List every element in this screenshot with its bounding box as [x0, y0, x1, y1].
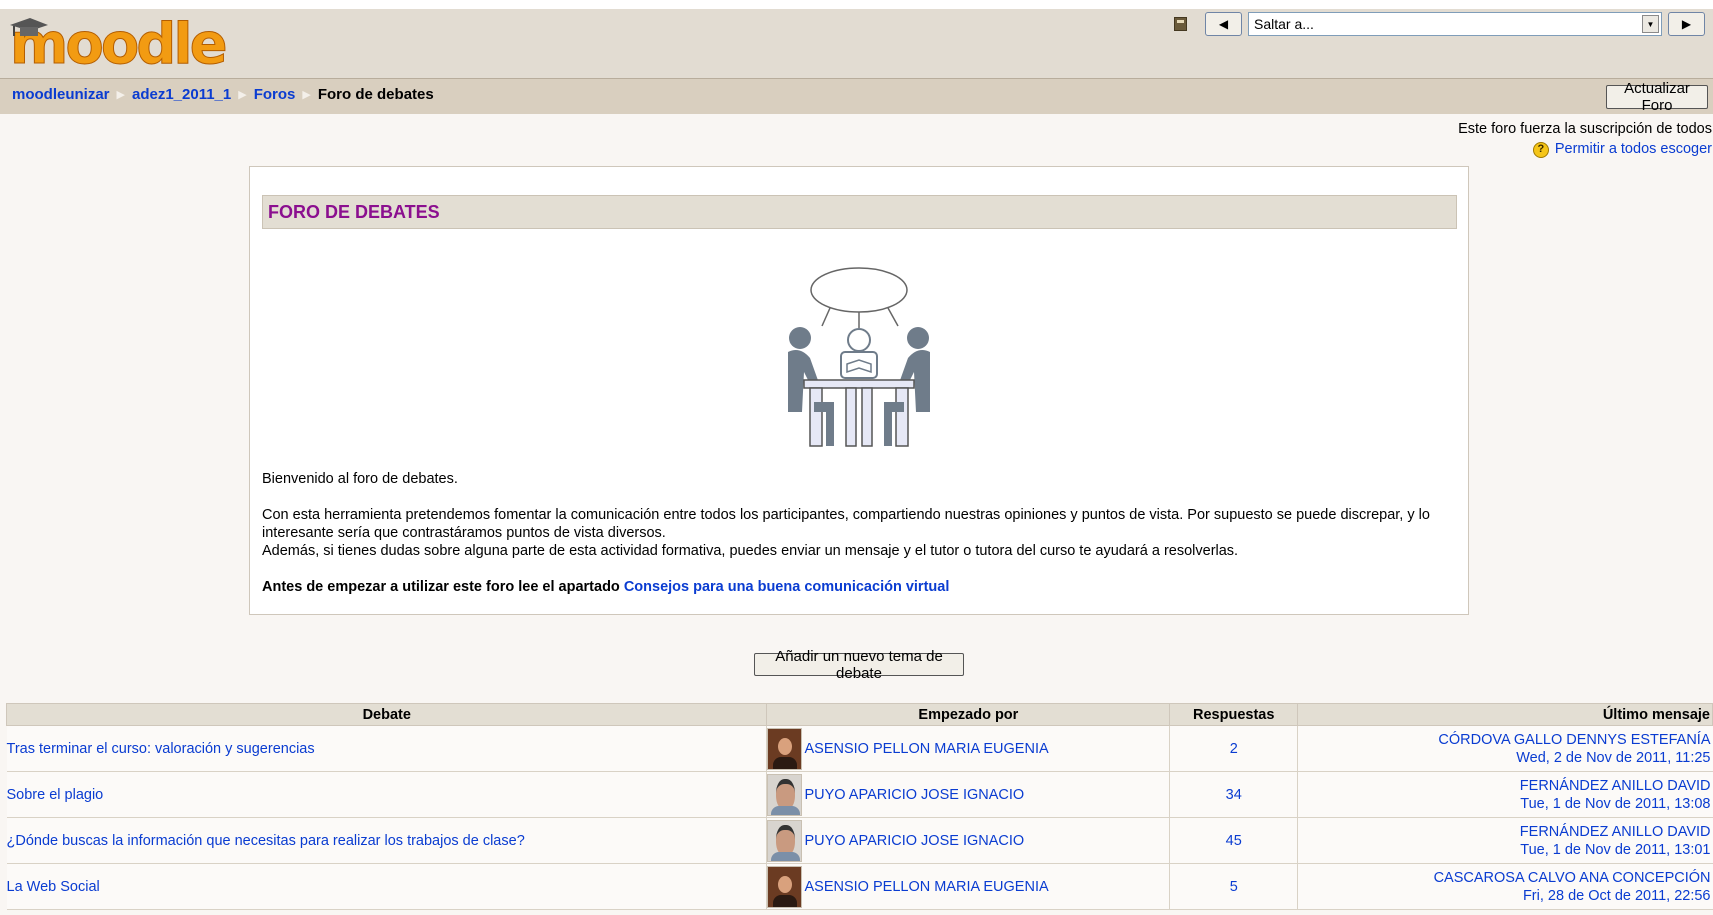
page-header: moodle ◀ Saltar a... ▼ ▶: [0, 0, 1713, 78]
replies-count-link[interactable]: 34: [1226, 787, 1242, 803]
avatar[interactable]: [767, 819, 803, 862]
table-row: Tras terminar el curso: valoración y sug…: [6, 725, 1713, 772]
cell-started-by: PUYO APARICIO JOSE IGNACIO: [766, 771, 1171, 818]
last-post-author-link[interactable]: FERNÁNDEZ ANILLO DAVID: [1520, 778, 1711, 794]
replies-count-link[interactable]: 45: [1226, 833, 1242, 849]
cell-debate: ¿Dónde buscas la información que necesit…: [6, 817, 767, 864]
cell-replies: 5: [1169, 863, 1299, 910]
update-forum-button[interactable]: Actualizar Foro: [1606, 80, 1708, 114]
replies-count-link[interactable]: 5: [1230, 879, 1238, 895]
moodle-logo[interactable]: moodle: [8, 13, 229, 73]
last-post-date-link[interactable]: Tue, 1 de Nov de 2011, 13:08: [1520, 796, 1710, 812]
avatar[interactable]: [767, 773, 803, 816]
last-post-date-link[interactable]: Fri, 28 de Oct de 2011, 22:56: [1523, 888, 1711, 904]
advice-prefix: Antes de empezar a utilizar este foro le…: [262, 579, 624, 595]
discussion-title-link[interactable]: La Web Social: [7, 879, 100, 895]
graduation-cap-icon: [10, 18, 48, 36]
cell-last-post: FERNÁNDEZ ANILLO DAVID Tue, 1 de Nov de …: [1297, 771, 1713, 818]
replies-count-link[interactable]: 2: [1230, 741, 1238, 757]
advice-line: Antes de empezar a utilizar este foro le…: [262, 578, 1457, 596]
last-post-author-link[interactable]: CÓRDOVA GALLO DENNYS ESTEFANÍA: [1438, 732, 1710, 748]
cell-last-post: CASCAROSA CALVO ANA CONCEPCIÓN Fri, 28 d…: [1297, 863, 1713, 910]
breadcrumb-item-home[interactable]: moodleunizar: [12, 86, 110, 103]
table-row: ¿Dónde buscas la información que necesit…: [6, 817, 1713, 864]
intro-paragraph-1: Con esta herramienta pretendemos fomenta…: [262, 507, 1430, 541]
forum-heading: FORO DE DEBATES: [262, 195, 1457, 229]
communication-advice-link[interactable]: Consejos para una buena comunicación vir…: [624, 579, 950, 595]
discussion-title-link[interactable]: Tras terminar el curso: valoración y sug…: [7, 741, 315, 757]
allow-choose-subscription-link[interactable]: Permitir a todos escoger: [1555, 140, 1712, 159]
add-discussion-button[interactable]: Añadir un nuevo tema de debate: [754, 648, 964, 682]
author-link[interactable]: PUYO APARICIO JOSE IGNACIO: [804, 787, 1024, 803]
breadcrumb-separator-icon: ▶: [302, 89, 311, 101]
cell-replies: 45: [1169, 817, 1299, 864]
chevron-down-icon[interactable]: ▼: [1642, 15, 1659, 33]
navigation-tools: ◀ Saltar a... ▼ ▶: [1174, 12, 1705, 36]
cell-started-by: ASENSIO PELLON MARIA EUGENIA: [766, 863, 1171, 910]
last-post-author-link[interactable]: CASCAROSA CALVO ANA CONCEPCIÓN: [1434, 870, 1711, 886]
column-header-started-by[interactable]: Empezado por: [766, 703, 1171, 726]
last-post-date-link[interactable]: Wed, 2 de Nov de 2011, 11:25: [1516, 750, 1710, 766]
author-link[interactable]: ASENSIO PELLON MARIA EUGENIA: [804, 879, 1048, 895]
cell-replies: 2: [1169, 725, 1299, 772]
cell-last-post: CÓRDOVA GALLO DENNYS ESTEFANÍA Wed, 2 de…: [1297, 725, 1713, 772]
forum-intro-text: Bienvenido al foro de debates. Con esta …: [262, 470, 1457, 614]
cell-started-by: ASENSIO PELLON MARIA EUGENIA: [766, 725, 1171, 772]
next-activity-button[interactable]: ▶: [1668, 12, 1705, 36]
welcome-text: Bienvenido al foro de debates.: [262, 471, 458, 487]
column-header-last-post[interactable]: Último mensaje: [1297, 703, 1713, 726]
cell-replies: 34: [1169, 771, 1299, 818]
breadcrumb-separator-icon: ▶: [116, 89, 125, 101]
author-link[interactable]: ASENSIO PELLON MARIA EUGENIA: [804, 741, 1048, 757]
breadcrumb-item-course[interactable]: adez1_2011_1: [132, 86, 231, 103]
table-row: Sobre el plagio PUYO APARICIO JOSE IGNAC…: [6, 771, 1713, 818]
avatar[interactable]: [767, 865, 803, 908]
last-post-date-link[interactable]: Tue, 1 de Nov de 2011, 13:01: [1520, 842, 1710, 858]
intro-paragraph-2: Además, si tienes dudas sobre alguna par…: [262, 543, 1239, 559]
breadcrumb-bar: moodleunizar ▶ adez1_2011_1 ▶ Foros ▶ Fo…: [0, 78, 1713, 114]
forum-intro-box: FORO DE DEBATES Bienvenido al foro de de…: [249, 166, 1469, 615]
subscription-notice: Este foro fuerza la suscripción de todos: [1458, 121, 1712, 137]
column-header-debate[interactable]: Debate: [5, 703, 768, 726]
cell-debate: Tras terminar el curso: valoración y sug…: [6, 725, 767, 772]
column-header-replies[interactable]: Respuestas: [1169, 703, 1299, 726]
subscription-info: Este foro fuerza la suscripción de todos…: [1458, 120, 1712, 159]
breadcrumb: moodleunizar ▶ adez1_2011_1 ▶ Foros ▶ Fo…: [12, 86, 434, 103]
cell-last-post: FERNÁNDEZ ANILLO DAVID Tue, 1 de Nov de …: [1297, 817, 1713, 864]
author-link[interactable]: PUYO APARICIO JOSE IGNACIO: [804, 833, 1024, 849]
last-post-author-link[interactable]: FERNÁNDEZ ANILLO DAVID: [1520, 824, 1711, 840]
breadcrumb-item-forums[interactable]: Foros: [254, 86, 296, 103]
discussion-title-link[interactable]: ¿Dónde buscas la información que necesit…: [7, 833, 525, 849]
avatar[interactable]: [767, 727, 803, 770]
discussion-title-link[interactable]: Sobre el plagio: [7, 787, 104, 803]
breadcrumb-separator-icon: ▶: [238, 89, 247, 101]
cell-debate: Sobre el plagio: [6, 771, 767, 818]
cell-started-by: PUYO APARICIO JOSE IGNACIO: [766, 817, 1171, 864]
cell-debate: La Web Social: [6, 863, 767, 910]
jump-to-select[interactable]: Saltar a... ▼: [1248, 12, 1662, 36]
doc-icon[interactable]: [1174, 17, 1187, 31]
previous-activity-button[interactable]: ◀: [1205, 12, 1242, 36]
table-header-row: Debate Empezado por Respuestas Último me…: [5, 703, 1713, 726]
discussion-illustration: [788, 267, 930, 447]
jump-to-value: Saltar a...: [1254, 16, 1314, 32]
help-icon[interactable]: ?: [1532, 141, 1549, 158]
discussion-table: Debate Empezado por Respuestas Último me…: [5, 703, 1713, 910]
breadcrumb-current: Foro de debates: [317, 86, 434, 103]
table-row: La Web Social ASENSIO PELLON MARIA EUGEN…: [6, 863, 1713, 910]
